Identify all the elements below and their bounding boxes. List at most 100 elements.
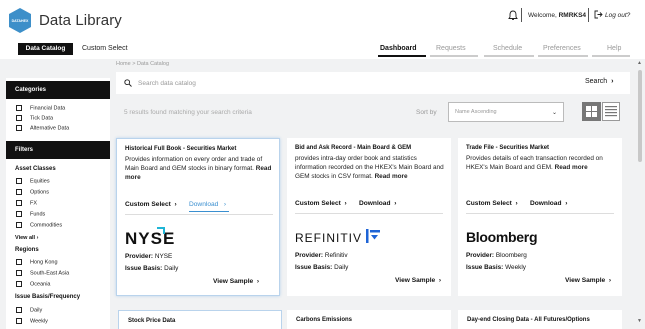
card-title[interactable]: Historical Full Book - Securities Market [125, 146, 236, 152]
issue-weekly[interactable]: Weekly [16, 318, 48, 325]
data-catalog-button[interactable]: Data Catalog [18, 43, 73, 55]
header-divider [521, 8, 522, 22]
view-sample-button[interactable]: View Sample › [213, 278, 259, 285]
checkbox[interactable] [16, 125, 22, 131]
checkbox[interactable] [16, 189, 22, 195]
breadcrumb[interactable]: Home > Data Catalog [116, 61, 169, 67]
logo-hex-icon[interactable]: DATAHEX [9, 8, 31, 33]
view-sample-button[interactable]: View Sample › [395, 277, 441, 284]
dataset-card[interactable]: Bid and Ask Record - Main Board & GEM pr… [287, 138, 451, 296]
card-title[interactable]: Stock Price Data [128, 318, 175, 324]
tab-help-underline [592, 55, 630, 57]
checkbox[interactable] [16, 259, 22, 265]
issue-basis-text: Issue Basis: Weekly [466, 264, 526, 271]
download-button[interactable]: Download › [530, 200, 567, 207]
region-oceania[interactable]: Oceania [16, 281, 51, 288]
tab-requests[interactable]: Requests [436, 45, 466, 52]
search-icon[interactable] [124, 79, 132, 87]
list-view-toggle[interactable] [602, 102, 620, 121]
card-divider [125, 214, 273, 215]
logo-text-mark: DATAHEX [12, 19, 29, 23]
issue-label: Issue Basis: [466, 264, 504, 271]
download-button[interactable]: Download › [359, 200, 396, 207]
scroll-down-arrow-icon[interactable]: ▼ [637, 318, 642, 324]
card-description-text: Provides information on every order and … [125, 156, 263, 172]
asset-commodities[interactable]: Commodities [16, 222, 62, 229]
logout-link[interactable]: Log out? [605, 12, 630, 19]
scrollbar-thumb[interactable] [638, 70, 642, 162]
category-label: Financial Data [30, 105, 66, 112]
custom-select-button[interactable]: Custom Select › [466, 200, 518, 207]
checkbox[interactable] [16, 307, 22, 313]
bell-icon[interactable] [508, 10, 518, 21]
checkbox[interactable] [16, 115, 22, 121]
chevron-right-icon: › [223, 201, 227, 208]
scroll-up-arrow-icon[interactable]: ▲ [637, 60, 642, 66]
download-button[interactable]: Download › [189, 201, 226, 208]
checkbox[interactable] [16, 270, 22, 276]
region-hong-kong[interactable]: Hong Kong [16, 259, 58, 266]
card-title[interactable]: Trade File - Securities Market [466, 145, 549, 151]
checkbox[interactable] [16, 318, 22, 324]
region-south-east-asia[interactable]: South-East Asia [16, 270, 69, 277]
custom-select-button[interactable]: Custom Select › [125, 201, 177, 208]
custom-select-button[interactable]: Custom Select › [295, 200, 347, 207]
tab-help[interactable]: Help [607, 45, 621, 52]
checkbox[interactable] [16, 200, 22, 206]
header-divider [588, 8, 589, 22]
chevron-right-icon: › [174, 201, 177, 208]
chevron-right-icon: › [515, 200, 518, 207]
view-sample-label: View Sample [395, 277, 436, 284]
dataset-card[interactable]: Historical Full Book - Securities Market… [116, 138, 280, 296]
category-alternative-data[interactable]: Alternative Data [16, 125, 69, 132]
checkbox[interactable] [16, 178, 22, 184]
category-financial-data[interactable]: Financial Data [16, 105, 65, 112]
asset-equities[interactable]: Equities [16, 178, 50, 185]
welcome-prefix: Welcome, [528, 12, 559, 19]
checkbox[interactable] [16, 281, 22, 287]
search-button[interactable]: Search › [585, 78, 613, 85]
asset-funds[interactable]: Funds [16, 211, 45, 218]
sort-dropdown[interactable]: Name Ascending ⌄ [448, 102, 564, 122]
region-label: Oceania [30, 281, 51, 288]
dataset-card[interactable]: Stock Price Data [118, 310, 282, 329]
grid-view-toggle[interactable] [582, 102, 601, 121]
chevron-down-icon: ⌄ [552, 110, 558, 116]
card-title[interactable]: Carbons Emissions [296, 317, 352, 323]
category-tick-data[interactable]: Tick Data [16, 115, 53, 122]
asset-label: Commodities [30, 222, 63, 229]
custom-select-label: Custom Select [295, 200, 341, 207]
read-more-link[interactable]: Read more [375, 173, 408, 180]
read-more-link[interactable]: Read more [555, 164, 588, 171]
search-input[interactable] [138, 76, 558, 90]
card-title[interactable]: Bid and Ask Record - Main Board & GEM [295, 145, 411, 151]
issue-daily[interactable]: Daily [16, 307, 42, 314]
tab-preferences[interactable]: Preferences [543, 45, 581, 52]
issue-basis-text: Issue Basis: Daily [295, 264, 348, 271]
view-sample-button[interactable]: View Sample › [565, 277, 611, 284]
region-label: South-East Asia [30, 270, 70, 277]
chevron-right-icon: › [438, 277, 442, 284]
checkbox[interactable] [16, 105, 22, 111]
category-label: Alternative Data [30, 125, 70, 132]
dataset-card[interactable]: Carbons Emissions [287, 310, 451, 329]
view-all-link[interactable]: View all › [15, 235, 38, 241]
custom-select-link[interactable]: Custom Select [82, 45, 128, 52]
checkbox[interactable] [16, 222, 22, 228]
refinitiv-logo-mark [366, 229, 380, 243]
asset-options[interactable]: Options [16, 189, 49, 196]
dataset-card[interactable]: Day-end Closing Data - All Futures/Optio… [458, 310, 622, 329]
dataset-card[interactable]: Trade File - Securities Market Provides … [458, 138, 622, 296]
card-description: provides intra-day order book and statis… [295, 154, 447, 181]
tab-schedule[interactable]: Schedule [493, 45, 522, 52]
chevron-right-icon: › [611, 78, 614, 85]
tab-dashboard[interactable]: Dashboard [380, 45, 417, 52]
logout-icon[interactable] [594, 10, 603, 19]
search-bar: Search › [116, 72, 630, 94]
card-description: Provides information on every order and … [125, 155, 277, 182]
asset-fx[interactable]: FX [16, 200, 37, 207]
card-description-text: provides intra-day order book and statis… [295, 155, 444, 180]
results-count: 5 results found matching your search cri… [124, 109, 252, 116]
card-title[interactable]: Day-end Closing Data - All Futures/Optio… [467, 317, 590, 323]
checkbox[interactable] [16, 211, 22, 217]
